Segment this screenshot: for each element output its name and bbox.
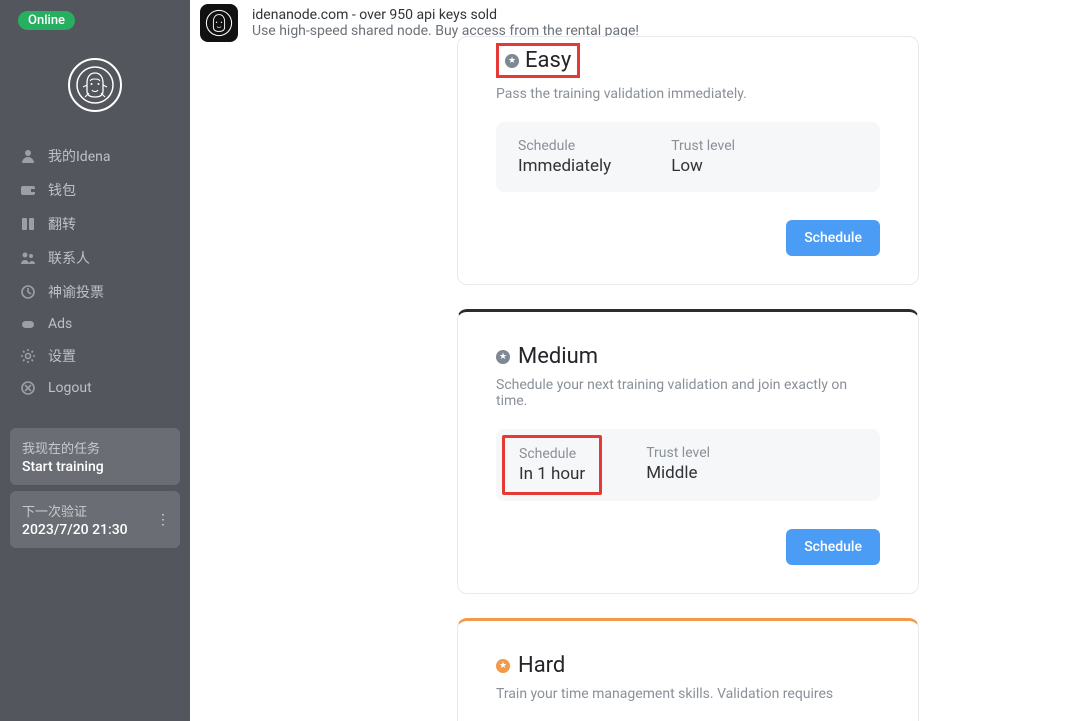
easy-desc: Pass the training validation immediately…	[496, 86, 880, 102]
medium-trust-value: Middle	[646, 463, 710, 483]
hard-desc: Train your time management skills. Valid…	[496, 686, 880, 702]
status-badge: Online	[18, 11, 75, 30]
ads-icon	[20, 316, 36, 332]
card-easy: ★ Easy Pass the training validation imme…	[457, 36, 919, 285]
medium-title: Medium	[518, 344, 598, 369]
idena-logo-icon	[75, 65, 115, 105]
highlight-easy-title: ★ Easy	[496, 43, 580, 78]
logout-icon	[20, 380, 36, 396]
nextval-label: 下一次验证	[22, 501, 168, 520]
contacts-icon	[20, 250, 36, 266]
medium-sched-value: In 1 hour	[519, 464, 585, 484]
easy-stats: Schedule Immediately Trust level Low	[496, 122, 880, 192]
logo	[10, 58, 180, 112]
user-icon	[20, 148, 36, 164]
nav-label: 我的Idena	[48, 146, 110, 166]
easy-sched-value: Immediately	[518, 156, 611, 176]
star-icon: ★	[505, 54, 519, 68]
sidebar-item-flips[interactable]: 翻转	[10, 208, 180, 240]
task-value: Start training	[22, 459, 168, 475]
sidebar-item-logout[interactable]: Logout	[10, 374, 180, 402]
card-hard: ★ Hard Train your time management skills…	[457, 618, 919, 721]
task-card[interactable]: 我现在的任务 Start training	[10, 428, 180, 485]
sidebar-item-contacts[interactable]: 联系人	[10, 242, 180, 274]
easy-sched-label: Schedule	[518, 138, 611, 154]
card-medium: ★ Medium Schedule your next training val…	[457, 309, 919, 594]
sidebar: Online 我的Idena 钱包 翻转 联系人	[0, 0, 190, 721]
next-validation-card[interactable]: 下一次验证 2023/7/20 21:30 ⋮	[10, 491, 180, 548]
easy-schedule-button[interactable]: Schedule	[786, 220, 880, 256]
main-content: idenanode.com - over 950 api keys sold U…	[190, 0, 1080, 721]
nav: 我的Idena 钱包 翻转 联系人 神谕投票 Ads 设置 Logout	[10, 140, 180, 402]
nav-label: 神谕投票	[48, 282, 104, 302]
easy-trust-label: Trust level	[671, 138, 735, 154]
wallet-icon	[20, 182, 36, 198]
highlight-medium-schedule: Schedule In 1 hour	[502, 435, 602, 495]
medium-desc: Schedule your next training validation a…	[496, 377, 880, 409]
flips-icon	[20, 216, 36, 232]
medium-stats: Schedule In 1 hour Trust level Middle	[496, 429, 880, 501]
banner-title: idenanode.com - over 950 api keys sold	[252, 7, 639, 23]
nav-label: 钱包	[48, 180, 76, 200]
medium-trust-label: Trust level	[646, 445, 710, 461]
medium-schedule-button[interactable]: Schedule	[786, 529, 880, 565]
medium-sched-label: Schedule	[519, 446, 585, 462]
star-icon: ★	[496, 659, 510, 673]
banner-logo-icon	[200, 4, 238, 42]
more-menu-icon[interactable]: ⋮	[156, 512, 170, 528]
easy-trust-value: Low	[671, 156, 735, 176]
sidebar-item-myidena[interactable]: 我的Idena	[10, 140, 180, 172]
task-label: 我现在的任务	[22, 438, 168, 457]
oracle-icon	[20, 284, 36, 300]
nextval-value: 2023/7/20 21:30	[22, 522, 168, 538]
star-icon: ★	[496, 350, 510, 364]
sidebar-item-settings[interactable]: 设置	[10, 340, 180, 372]
sidebar-item-oracle[interactable]: 神谕投票	[10, 276, 180, 308]
nav-label: Logout	[48, 380, 92, 396]
nav-label: 翻转	[48, 214, 76, 234]
sidebar-item-ads[interactable]: Ads	[10, 310, 180, 338]
hard-title: Hard	[518, 653, 565, 678]
nav-label: 联系人	[48, 248, 90, 268]
easy-title: Easy	[525, 48, 571, 73]
nav-label: 设置	[48, 346, 76, 366]
sidebar-item-wallet[interactable]: 钱包	[10, 174, 180, 206]
nav-label: Ads	[48, 316, 72, 332]
gear-icon	[20, 348, 36, 364]
